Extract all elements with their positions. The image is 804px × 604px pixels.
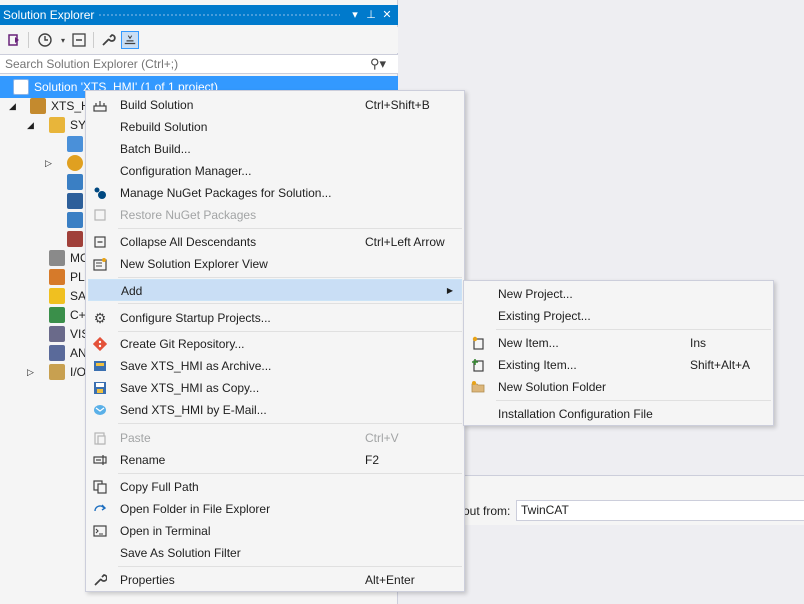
menu-item-copy-full-path[interactable]: Copy Full Path [88,476,462,498]
terminal-icon [93,524,107,538]
menu-item-restore-nuget[interactable]: Restore NuGet Packages [88,204,462,226]
routes-icon [67,193,83,209]
twincat-project-icon [30,98,46,114]
menu-item-properties[interactable]: Properties Alt+Enter [88,569,462,591]
realtime-icon [67,155,83,171]
build-icon [93,98,107,112]
menu-item-open-in-terminal[interactable]: Open in Terminal [88,520,462,542]
system-icon [49,117,65,133]
solution-icon [13,79,29,95]
menu-item-save-as-copy[interactable]: Save XTS_HMI as Copy... [88,377,462,399]
submenu-item-new-item[interactable]: New Item... Ins [466,332,771,354]
pending-changes-filter-icon[interactable] [36,31,54,49]
close-icon[interactable]: ✕ [380,5,394,25]
submenu-item-new-project[interactable]: New Project... [466,283,771,305]
search-icon[interactable]: ⚲▾ [370,56,386,72]
restore-icon [93,208,107,222]
license-icon [67,136,83,152]
preview-selected-items-icon[interactable] [121,31,139,49]
open-folder-icon [93,502,107,516]
solution-explorer-title: Solution Explorer [3,8,95,22]
wrench-icon [93,573,107,587]
menu-item-save-as-archive[interactable]: Save XTS_HMI as Archive... [88,355,462,377]
new-view-icon [93,257,107,271]
show-output-from-label: out from: [463,504,511,518]
switch-views-icon[interactable] [5,31,23,49]
submenu-item-installation-configuration-file[interactable]: Installation Configuration File [466,403,771,425]
menu-item-rename[interactable]: Rename F2 [88,449,462,471]
menu-item-collapse-all[interactable]: Collapse All Descendants Ctrl+Left Arrow [88,231,462,253]
properties-wrench-icon[interactable] [99,31,117,49]
menu-item-paste[interactable]: Paste Ctrl+V [88,427,462,449]
gear-icon: ⚙ [93,310,107,326]
menu-item-new-solution-explorer-view[interactable]: New Solution Explorer View [88,253,462,275]
new-item-icon [471,336,485,350]
menu-item-configure-startup[interactable]: ⚙ Configure Startup Projects... [88,307,462,329]
safety-icon [49,288,65,304]
motion-icon [49,250,65,266]
menu-item-batch-build[interactable]: Batch Build... [88,138,462,160]
nuget-icon [93,186,107,200]
menu-item-send-by-email[interactable]: Send XTS_HMI by E-Mail... [88,399,462,421]
menu-item-build-solution[interactable]: Build Solution Ctrl+Shift+B [88,94,462,116]
plc-icon [49,269,65,285]
cpp-icon [49,307,65,323]
collapse-all-icon[interactable] [70,31,88,49]
submenu-item-new-solution-folder[interactable]: New Solution Folder [466,376,771,398]
menu-item-open-folder[interactable]: Open Folder in File Explorer [88,498,462,520]
solution-explorer-search: ⚲▾ [0,54,398,74]
menu-item-save-as-solution-filter[interactable]: Save As Solution Filter [88,542,462,564]
search-input[interactable] [5,57,365,71]
solution-explorer-toolbar: ▾ [0,27,398,53]
type-system-icon [67,212,83,228]
collapse-icon [93,235,107,249]
pin-icon[interactable]: ⊥ [364,5,378,25]
vision-icon [49,326,65,342]
email-icon [93,403,107,417]
rename-icon [93,453,107,467]
window-position-dropdown-icon[interactable]: ▾ [348,5,362,25]
submenu-item-existing-item[interactable]: Existing Item... Shift+Alt+A [466,354,771,376]
tasks-icon [67,174,83,190]
output-source-select[interactable]: TwinCAT [516,500,804,521]
analytics-icon [49,345,65,361]
archive-icon [93,359,107,373]
git-icon [93,337,107,351]
add-submenu: New Project... Existing Project... New I… [463,280,774,426]
solution-explorer-title-bar: Solution Explorer ▾ ⊥ ✕ [0,5,398,25]
io-icon [49,364,65,380]
menu-item-manage-nuget[interactable]: Manage NuGet Packages for Solution... [88,182,462,204]
collapsed-arrow-icon[interactable]: ▷ [27,361,34,383]
title-drag-handle[interactable] [98,13,340,18]
existing-item-icon [471,358,485,372]
tcom-objects-icon [67,231,83,247]
paste-icon [93,431,107,445]
menu-item-rebuild-solution[interactable]: Rebuild Solution [88,116,462,138]
submenu-item-existing-project[interactable]: Existing Project... [466,305,771,327]
menu-item-create-git-repository[interactable]: Create Git Repository... [88,333,462,355]
copy-icon [93,480,107,494]
solution-context-menu: Build Solution Ctrl+Shift+B Rebuild Solu… [85,90,465,592]
submenu-arrow-icon: ▶ [446,286,453,295]
folder-icon [471,380,485,394]
menu-item-configuration-manager[interactable]: Configuration Manager... [88,160,462,182]
menu-item-add[interactable]: Add ▶ [88,279,462,301]
save-copy-icon [93,381,107,395]
